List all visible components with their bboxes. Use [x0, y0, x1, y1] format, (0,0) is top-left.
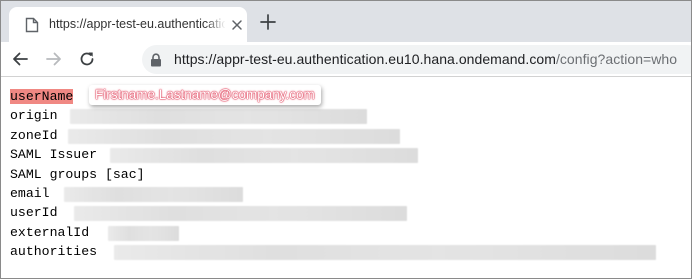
reload-icon[interactable]	[78, 50, 96, 68]
address-bar[interactable]: https://appr-test-eu.authentication.eu10…	[142, 45, 691, 74]
content-line-zoneid: zoneId	[10, 126, 688, 145]
origin-key: origin	[10, 108, 58, 124]
tab-strip: https://appr-test-eu.authenticatio	[1, 1, 691, 42]
userid-key: userId	[10, 205, 58, 221]
url-text[interactable]: https://appr-test-eu.authentication.eu10…	[174, 51, 677, 68]
redacted-value	[108, 225, 179, 241]
content-line-email: email	[10, 184, 688, 203]
url-host: https://appr-test-eu.authentication.eu10…	[174, 51, 556, 67]
browser-window: https://appr-test-eu.authenticatio https…	[0, 0, 692, 279]
authorities-key: authorities	[10, 244, 98, 260]
tab-title: https://appr-test-eu.authenticatio	[49, 17, 225, 31]
redacted-value	[110, 148, 418, 164]
forward-arrow-icon[interactable]	[45, 50, 63, 68]
toolbar: https://appr-test-eu.authentication.eu10…	[1, 42, 691, 77]
tab-title-fade	[205, 13, 231, 35]
plus-icon[interactable]	[259, 13, 277, 31]
content-line-userid: userId	[10, 203, 688, 222]
redacted-value	[114, 245, 656, 261]
page-content: userName Firstname.Lastname@company.com …	[10, 85, 688, 262]
content-line-origin: origin	[10, 106, 688, 125]
username-key-highlighted: userName	[10, 89, 74, 104]
content-line-saml-groups: SAML groups [sac]	[10, 165, 688, 184]
lock-icon[interactable]	[150, 53, 162, 67]
url-path: /config?action=who	[555, 51, 678, 67]
saml-groups-key: SAML groups [sac]	[10, 166, 145, 182]
externalid-key: externalId	[10, 224, 90, 240]
email-key: email	[10, 185, 50, 201]
redacted-value	[74, 206, 407, 222]
page-icon	[25, 17, 39, 33]
content-line-authorities: authorities	[10, 242, 688, 261]
active-tab[interactable]: https://appr-test-eu.authenticatio	[9, 7, 247, 42]
close-icon[interactable]	[231, 18, 243, 30]
zoneid-key: zoneId	[10, 127, 58, 143]
back-arrow-icon[interactable]	[11, 50, 29, 68]
content-line-username: userName Firstname.Lastname@company.com	[10, 85, 688, 106]
redacted-value	[64, 186, 243, 202]
username-annotation: Firstname.Lastname@company.com	[89, 85, 321, 105]
saml-issuer-key: SAML Issuer	[10, 147, 98, 163]
redacted-value	[68, 128, 400, 144]
redacted-value	[70, 109, 367, 125]
content-line-saml-issuer: SAML Issuer	[10, 145, 688, 164]
content-line-externalid: externalId	[10, 223, 688, 242]
